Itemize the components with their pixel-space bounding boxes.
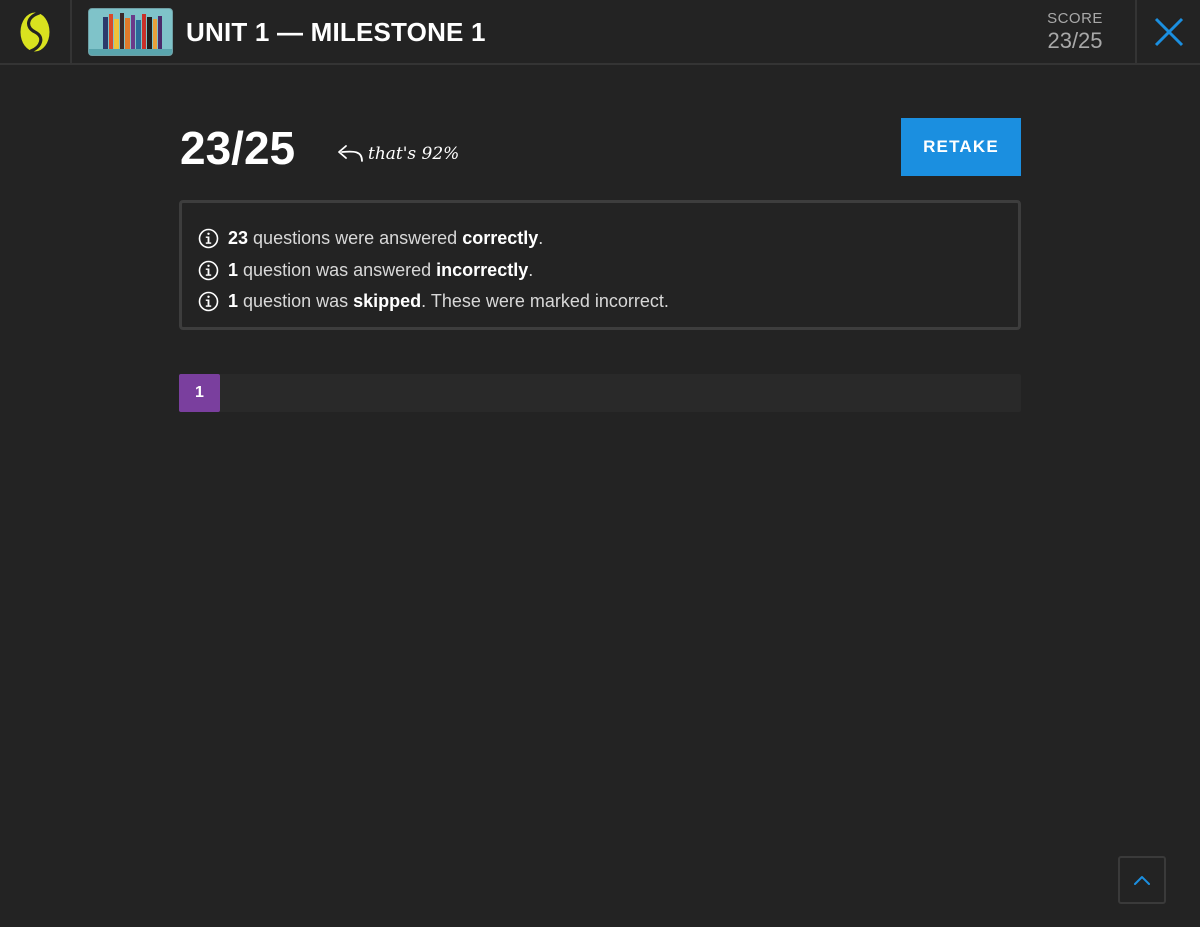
result-count: 1 — [228, 291, 239, 312]
sparknotes-logo-icon — [20, 10, 50, 53]
header-score: SCORE 23/25 — [1020, 10, 1130, 54]
question-chip[interactable]: 1 — [179, 374, 220, 412]
result-suffix: . — [528, 259, 534, 280]
score-label: SCORE — [1047, 10, 1103, 27]
close-button[interactable] — [1135, 0, 1200, 63]
unit-thumbnail — [88, 8, 173, 56]
retake-button[interactable]: RETAKE — [901, 118, 1021, 176]
close-icon — [1154, 17, 1183, 46]
percent-note: that's 92% — [336, 140, 459, 168]
result-text: questions were answered — [253, 228, 458, 249]
logo[interactable] — [0, 0, 72, 63]
unit-thumbnail-image — [89, 9, 172, 55]
chevron-up-icon — [1134, 876, 1150, 885]
curved-arrow-icon — [338, 145, 363, 162]
result-count: 1 — [228, 259, 239, 280]
score-value: 23/25 — [1047, 28, 1103, 53]
unit-title: UNIT 1 — MILESTONE 1 — [186, 17, 486, 47]
results-summary: 23 questions were answered correctly. 1 … — [179, 200, 1021, 330]
result-suffix: . These were marked incorrect. — [421, 291, 669, 312]
scroll-top-button[interactable] — [1118, 856, 1166, 904]
result-count: 23 — [228, 228, 249, 249]
result-correct: 23 questions were answered correctly. — [198, 223, 1018, 255]
final-score: 23/25 — [180, 122, 296, 174]
percent-text: that's 92% — [368, 144, 460, 164]
question-navigator: 1 — [179, 374, 1021, 412]
result-suffix: . — [538, 228, 544, 249]
result-emphasis: correctly — [462, 228, 539, 249]
result-text: question was answered — [243, 259, 432, 280]
result-incorrect: 1 question was answered incorrectly. — [198, 255, 1018, 287]
result-skipped: 1 question was skipped. These were marke… — [198, 286, 1018, 318]
info-icon — [198, 291, 219, 312]
result-emphasis: incorrectly — [436, 259, 529, 280]
info-icon — [198, 228, 219, 249]
info-icon — [198, 260, 219, 281]
result-emphasis: skipped — [353, 291, 422, 312]
result-text: question was — [243, 291, 349, 312]
